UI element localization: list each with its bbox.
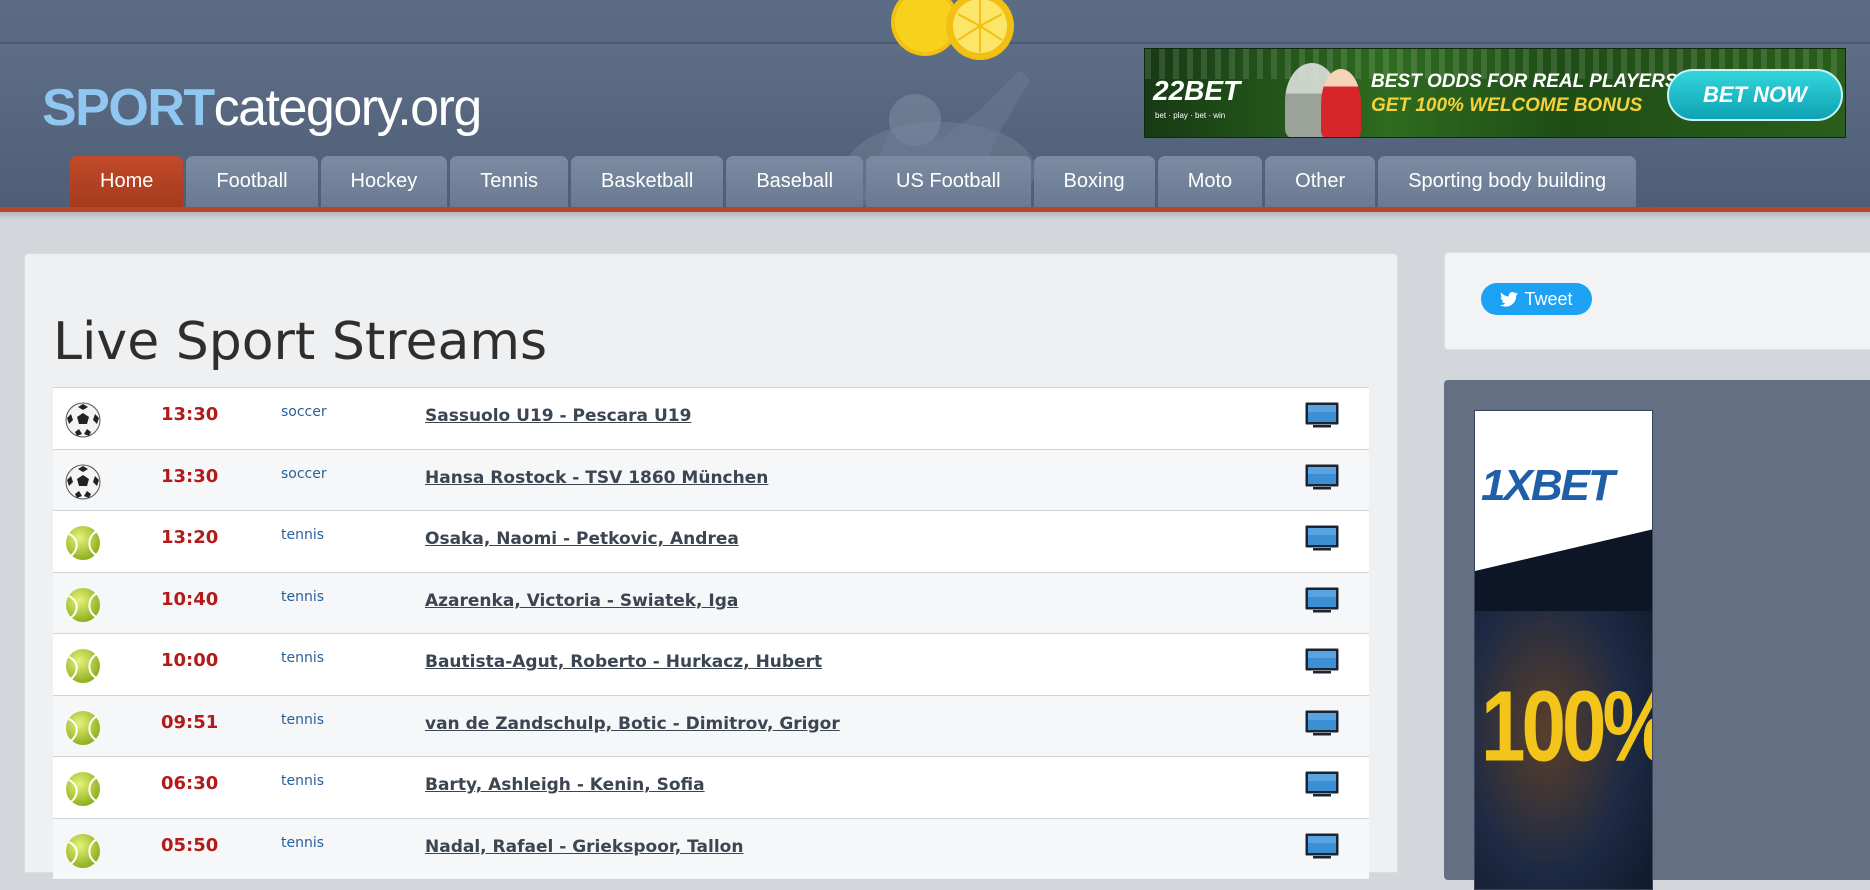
main-content-panel: Live Sport Streams 13:30 soccer Sassuolo U… bbox=[24, 253, 1398, 880]
stream-sport: tennis bbox=[281, 773, 325, 789]
stream-time: 13:30 bbox=[161, 465, 219, 487]
stream-row: 13:30 soccer Sassuolo U19 - Pescara U19 bbox=[53, 388, 1369, 450]
nav-tab-hockey[interactable]: Hockey bbox=[320, 156, 448, 207]
nav-tab-home[interactable]: Home bbox=[70, 156, 184, 207]
stream-sport: soccer bbox=[281, 465, 327, 482]
stream-sport: tennis bbox=[281, 588, 325, 605]
tv-stream-icon[interactable] bbox=[1305, 648, 1339, 674]
stream-sport: tennis bbox=[281, 650, 325, 666]
site-header: SPORTcategory.org 22BET bet · play · bet… bbox=[0, 0, 1870, 212]
stream-time: 10:40 bbox=[161, 588, 219, 610]
stream-match-link[interactable]: Osaka, Naomi - Petkovic, Andrea bbox=[425, 529, 739, 549]
sidebar-ad-banner[interactable]: 1XBET 100% bbox=[1474, 410, 1653, 890]
nav-tab-other[interactable]: Other bbox=[1265, 156, 1376, 207]
tweet-label: Tweet bbox=[1524, 288, 1573, 309]
tv-stream-icon[interactable] bbox=[1305, 525, 1339, 551]
nav-tab-tennis[interactable]: Tennis bbox=[450, 156, 569, 207]
stream-sport: tennis bbox=[281, 527, 325, 543]
banner-headline: BEST ODDS FOR REAL PLAYERS bbox=[1371, 71, 1678, 92]
logo-bold-text: SPORT bbox=[42, 79, 215, 137]
stream-time: 09:51 bbox=[161, 711, 219, 733]
soccer-ball-icon bbox=[65, 402, 101, 438]
tv-stream-icon[interactable] bbox=[1305, 833, 1339, 859]
stream-match-link[interactable]: Nadal, Rafael - Griekspoor, Tallon bbox=[425, 837, 743, 857]
tweet-panel: Tweet bbox=[1444, 252, 1870, 350]
tennis-ball-icon bbox=[65, 525, 101, 561]
sidebar-ad-panel: 1XBET 100% bbox=[1444, 380, 1870, 890]
banner-bonus-text: GET 100% WELCOME BONUS bbox=[1371, 95, 1643, 116]
stream-row: 05:50 tennis Nadal, Rafael - Griekspoor, T… bbox=[53, 818, 1369, 880]
site-logo[interactable]: SPORTcategory.org bbox=[42, 78, 483, 138]
tv-stream-icon[interactable] bbox=[1305, 464, 1339, 490]
stream-time: 06:30 bbox=[161, 773, 219, 794]
tennis-ball-icon bbox=[65, 833, 101, 869]
tv-stream-icon[interactable] bbox=[1305, 710, 1339, 736]
soccer-ball-icon bbox=[65, 464, 101, 500]
tv-stream-icon[interactable] bbox=[1305, 402, 1339, 428]
nav-tab-boxing[interactable]: Boxing bbox=[1033, 156, 1155, 207]
tv-stream-icon[interactable] bbox=[1305, 771, 1339, 797]
nav-tab-moto[interactable]: Moto bbox=[1157, 156, 1263, 207]
logo-rest-text: category.org bbox=[213, 79, 483, 137]
tennis-ball-icon bbox=[65, 648, 101, 684]
stream-row: 10:00 tennis Bautista-Agut, Roberto - Hurk… bbox=[53, 634, 1369, 696]
nav-tab-sporting-body-building[interactable]: Sporting body building bbox=[1378, 156, 1637, 207]
ad-brand-text: 1XBET bbox=[1481, 461, 1615, 510]
stream-time: 13:20 bbox=[161, 527, 219, 548]
nav-tab-basketball[interactable]: Basketball bbox=[571, 156, 724, 207]
stream-row: 13:30 soccer Hansa Rostock - TSV 1860 Münc… bbox=[53, 449, 1369, 511]
nav-tab-us-football[interactable]: US Football bbox=[866, 156, 1031, 207]
twitter-bird-icon bbox=[1500, 291, 1519, 307]
nav-tab-baseball[interactable]: Baseball bbox=[726, 156, 864, 207]
banner-brand-text: 22BET bbox=[1153, 75, 1241, 106]
ad-percent-text: 100% bbox=[1481, 670, 1653, 782]
header-shadow bbox=[0, 212, 1870, 220]
stream-match-link[interactable]: Barty, Ashleigh - Kenin, Sofia bbox=[425, 775, 705, 795]
stream-match-link[interactable]: Hansa Rostock - TSV 1860 München bbox=[425, 468, 768, 488]
stream-time: 13:30 bbox=[161, 404, 219, 425]
stream-match-link[interactable]: Sassuolo U19 - Pescara U19 bbox=[425, 406, 691, 426]
stream-time: 10:00 bbox=[161, 650, 219, 671]
tv-stream-icon[interactable] bbox=[1305, 587, 1339, 613]
banner-brand-logo: 22BET bbox=[1153, 75, 1240, 107]
page-title: Live Sport Streams bbox=[53, 312, 548, 372]
banner-brand-subtext: bet · play · bet · win bbox=[1155, 111, 1226, 120]
nav-tab-football[interactable]: Football bbox=[186, 156, 318, 207]
stream-row: 06:30 tennis Barty, Ashleigh - Kenin, Sofi… bbox=[53, 757, 1369, 819]
stream-match-link[interactable]: Bautista-Agut, Roberto - Hurkacz, Hubert bbox=[425, 652, 822, 672]
tweet-button[interactable]: Tweet bbox=[1481, 283, 1592, 315]
stream-time: 05:50 bbox=[161, 834, 219, 856]
tennis-ball-icon bbox=[65, 771, 101, 807]
stream-row: 10:40 tennis Azarenka, Victoria - Swiatek,… bbox=[53, 572, 1369, 634]
stream-sport: tennis bbox=[281, 711, 325, 728]
tennis-ball-icon bbox=[65, 587, 101, 623]
stream-sport: tennis bbox=[281, 834, 325, 851]
banner-ad[interactable]: 22BET bet · play · bet · win BEST ODDS F… bbox=[1144, 48, 1846, 138]
stream-match-link[interactable]: Azarenka, Victoria - Swiatek, Iga bbox=[425, 591, 738, 611]
stream-row: 09:51 tennis van de Zandschulp, Botic - Di… bbox=[53, 695, 1369, 757]
banner-player-image bbox=[1321, 69, 1361, 137]
tennis-ball-icon bbox=[65, 710, 101, 746]
stream-match-link[interactable]: van de Zandschulp, Botic - Dimitrov, Gri… bbox=[425, 714, 840, 734]
stream-sport: soccer bbox=[281, 404, 327, 420]
main-nav: Home Football Hockey Tennis Basketball Baseba… bbox=[70, 156, 1637, 207]
stream-row: 13:20 tennis Osaka, Naomi - Petkovic, Andr… bbox=[53, 511, 1369, 573]
stream-list: 13:30 soccer Sassuolo U19 - Pescara U19 13:… bbox=[53, 387, 1369, 880]
bet-now-button[interactable]: BET NOW bbox=[1667, 69, 1843, 121]
